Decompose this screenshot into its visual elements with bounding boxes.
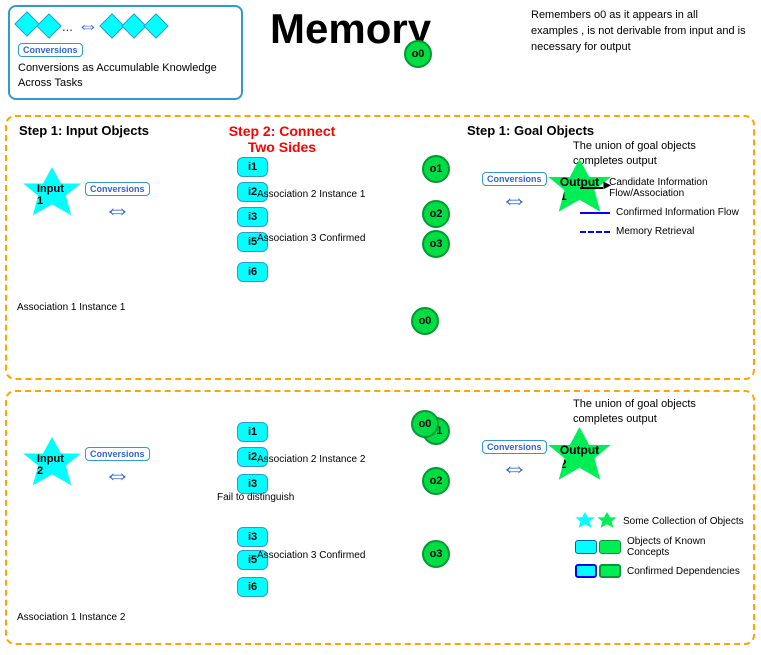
node-o1-1: o1 (422, 155, 450, 183)
assoc2-label-1: Association 2 Instance 1 (257, 189, 365, 200)
main-container: ... ⇔ Conversions Conversions as Accumul… (0, 0, 761, 655)
input1-star: Input 1 (22, 167, 82, 222)
legend2-rects-small (575, 540, 621, 554)
legend-1: Candidate Information Flow/Association C… (580, 177, 745, 239)
legend-blue-line (580, 212, 610, 214)
assoc2-label-2: Association 2 Instance 2 (257, 454, 365, 465)
node-o3-2: o3 (422, 540, 450, 568)
double-arrow-top: ⇔ (77, 13, 99, 39)
legend-rect-green (599, 540, 621, 554)
node-i3: i3 (237, 207, 268, 227)
legend2-confirmed-rects (575, 564, 621, 578)
legend2-collection-text: Some Collection of Objects (623, 516, 744, 527)
legend-candidate-text: Candidate Information Flow/Association (609, 177, 745, 199)
dbl-arrow-left-2: ⇔ (103, 461, 131, 489)
node-o3-1: o3 (422, 230, 450, 258)
step1-right-label: Step 1: Goal Objects (467, 123, 594, 138)
node-o0-top: o0 (404, 40, 432, 68)
legend-confirmed-green (599, 564, 621, 578)
legend-confirmed-text: Confirmed Information Flow (616, 207, 739, 218)
assoc1-label-1: Association 1 Instance 1 (17, 302, 125, 313)
node-o0-bot: o0 (411, 410, 439, 438)
conv-label-top: Conversions (18, 43, 83, 57)
legend-star-cyan (575, 512, 595, 530)
node-i6-2: i6 (237, 577, 268, 597)
node-i1: i1 (237, 157, 268, 177)
legend2-collection: Some Collection of Objects (575, 512, 745, 530)
section-panel-2: The union of goal objects completes outp… (5, 390, 755, 645)
legend-confirmed-cyan (575, 564, 597, 578)
dbl-arrow-right-1: ⇔ (500, 186, 528, 214)
node-o0-mid: o0 (411, 307, 439, 335)
conv-arrow-left-2: Conversions ⇔ (85, 447, 150, 489)
dbl-arrow-right-2: ⇔ (500, 454, 528, 482)
node-o2-2: o2 (422, 467, 450, 495)
legend-candidate: Candidate Information Flow/Association (580, 177, 745, 199)
legend2-known-text: Objects of Known Concepts (627, 536, 745, 558)
legend-2: Some Collection of Objects Objects of Kn… (575, 512, 745, 580)
input2-label: Input 2 (37, 453, 67, 477)
legend-confirmed: Confirmed Information Flow (580, 207, 745, 218)
node-i3-2: i3 (237, 474, 268, 494)
diamond-icon-2 (36, 13, 61, 38)
legend-memory-text: Memory Retrieval (616, 226, 694, 237)
fail-to-distinguish: Fail to distinguish (217, 492, 294, 503)
conv-arrow-right-1: Conversions ⇔ (482, 172, 547, 214)
node-o2-1: o2 (422, 200, 450, 228)
conv-arrow-right-2: Conversions ⇔ (482, 440, 547, 482)
legend-dashed-line (580, 231, 610, 233)
node-i3-dup: i3 (237, 527, 268, 547)
node-i1-2: i1 (237, 422, 268, 442)
legend2-known: Objects of Known Concepts (575, 536, 745, 558)
node-i6: i6 (237, 262, 268, 282)
conversions-top-box: ... ⇔ Conversions Conversions as Accumul… (8, 5, 243, 100)
conv-icons-row: ... ⇔ Conversions (18, 13, 233, 57)
legend2-confirmed-text: Confirmed Dependencies (627, 566, 740, 577)
assoc3-label-2: Association 3 Confirmed (257, 550, 365, 561)
diamond-icon-1 (18, 15, 36, 38)
step2-center-label: Step 2: ConnectTwo Sides (222, 123, 342, 155)
input1-label: Input 1 (37, 183, 67, 207)
assoc1-label-2: Association 1 Instance 2 (17, 612, 125, 623)
diamond-icon-5 (143, 13, 168, 38)
input2-star: Input 2 (22, 437, 82, 492)
output2-star: Output 2 (547, 427, 612, 487)
legend2-stars (575, 512, 617, 530)
legend-black-line (580, 187, 603, 189)
assoc3-label-1: Association 3 Confirmed (257, 233, 365, 244)
accumulate-text: Conversions as Accumulable Knowledge Acr… (18, 61, 233, 91)
step1-left-label: Step 1: Input Objects (19, 123, 149, 138)
goal-union-text-2: The union of goal objects completes outp… (573, 397, 743, 428)
section-panel-1: Step 1: Input Objects Step 2: ConnectTwo… (5, 115, 755, 380)
output2-label: Output 2 (560, 443, 599, 471)
legend-star-green (597, 512, 617, 530)
conv-arrow-left-1: Conversions ⇔ (85, 182, 150, 224)
legend-memory: Memory Retrieval (580, 226, 745, 237)
dbl-arrow-left-1: ⇔ (103, 196, 131, 224)
memory-note: Remembers o0 as it appears in all exampl… (531, 8, 746, 56)
legend-rect-cyan (575, 540, 597, 554)
legend2-confirmed: Confirmed Dependencies (575, 564, 745, 578)
